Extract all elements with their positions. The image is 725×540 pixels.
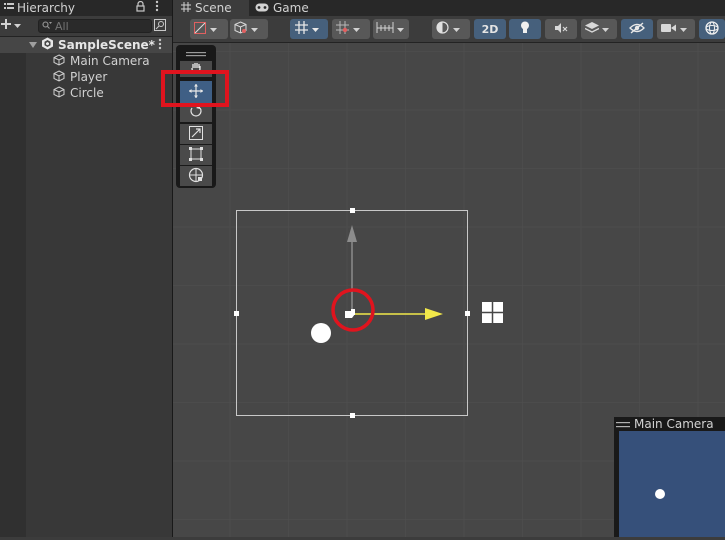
video-camera-icon bbox=[661, 22, 676, 36]
snap-dropdown[interactable] bbox=[332, 19, 370, 39]
unity-scene-icon bbox=[41, 37, 54, 53]
rect-handle bbox=[350, 208, 355, 213]
camera-preview-title: Main Camera bbox=[616, 417, 714, 431]
list-item-label: Circle bbox=[70, 86, 104, 100]
audio-toggle-button[interactable] bbox=[545, 19, 577, 39]
ruler-icon bbox=[376, 22, 394, 36]
draw-mode-icon bbox=[194, 21, 206, 37]
tools-drag-handle[interactable] bbox=[186, 48, 206, 57]
eye-hidden-icon bbox=[629, 21, 645, 37]
chevron-down-icon bbox=[453, 22, 460, 36]
player-circle bbox=[311, 323, 331, 343]
shading-mode-dropdown[interactable] bbox=[432, 19, 470, 39]
search-input[interactable] bbox=[38, 19, 152, 33]
list-icon bbox=[4, 1, 14, 15]
2d-mode-button[interactable]: 2D bbox=[474, 19, 506, 39]
rect-handle bbox=[234, 311, 239, 316]
chevron-down-icon bbox=[312, 22, 319, 36]
tab-scene[interactable]: Scene bbox=[173, 0, 249, 16]
cube-icon bbox=[234, 21, 247, 37]
search-field[interactable] bbox=[52, 19, 135, 33]
camera-settings-dropdown[interactable] bbox=[657, 19, 695, 39]
y-axis-arrowhead bbox=[347, 225, 357, 242]
rect-icon bbox=[189, 146, 203, 164]
chevron-down-icon bbox=[397, 22, 404, 36]
foldout-arrow-icon[interactable] bbox=[29, 38, 37, 52]
chevron-down-icon bbox=[14, 18, 21, 32]
list-item-label: Player bbox=[70, 70, 108, 84]
draw-mode-dropdown[interactable] bbox=[190, 19, 228, 39]
grid-icon bbox=[295, 21, 308, 37]
drag-handle-icon[interactable] bbox=[616, 417, 630, 431]
rect-tool-button[interactable] bbox=[180, 145, 212, 165]
sphere-shading-icon bbox=[436, 21, 449, 37]
search-icon bbox=[42, 20, 52, 33]
transform-tool-button[interactable] bbox=[180, 166, 212, 186]
x-axis-arrowhead bbox=[425, 308, 443, 320]
scale-tool-button[interactable] bbox=[180, 124, 212, 144]
gameobject-icon bbox=[53, 53, 65, 69]
list-item[interactable]: Main Camera bbox=[26, 53, 172, 69]
lightbulb-icon bbox=[520, 21, 530, 37]
gizmos-button[interactable] bbox=[699, 19, 725, 39]
chevron-down-icon bbox=[680, 22, 687, 36]
search-filter-icon[interactable] bbox=[154, 19, 166, 34]
list-item[interactable]: Player bbox=[26, 69, 172, 85]
list-item-label: Main Camera bbox=[70, 54, 150, 68]
plus-icon bbox=[1, 18, 11, 32]
scene-row[interactable]: SampleScene* bbox=[0, 37, 172, 53]
grid-toggle-button[interactable] bbox=[290, 19, 328, 39]
camera-preview-render bbox=[619, 431, 725, 537]
more-options-icon[interactable] bbox=[155, 0, 159, 15]
scene-more-icon[interactable] bbox=[158, 38, 162, 53]
scale-icon bbox=[189, 125, 203, 143]
increment-snap-dropdown[interactable] bbox=[373, 19, 409, 39]
rect-handle bbox=[350, 413, 355, 418]
highlight-box bbox=[161, 70, 229, 107]
gameobject-icon bbox=[53, 85, 65, 101]
hierarchy-gutter bbox=[0, 37, 26, 537]
rotate-icon bbox=[189, 104, 203, 122]
tab-game[interactable]: Game bbox=[255, 0, 309, 16]
chevron-down-icon bbox=[353, 22, 360, 36]
lighting-toggle-button[interactable] bbox=[509, 19, 541, 39]
gizmo-sphere-icon bbox=[705, 20, 719, 38]
chevron-down-icon bbox=[602, 22, 609, 36]
player-preview-dot bbox=[655, 489, 665, 499]
2d-mode-label: 2D bbox=[481, 22, 499, 36]
add-button[interactable] bbox=[1, 18, 21, 32]
effects-dropdown[interactable] bbox=[581, 19, 617, 39]
rect-handle bbox=[465, 311, 470, 316]
tab-hierarchy[interactable]: Hierarchy bbox=[0, 0, 79, 16]
audio-muted-icon bbox=[554, 22, 568, 37]
list-item[interactable]: Circle bbox=[26, 85, 172, 101]
tab-hierarchy-label: Hierarchy bbox=[17, 1, 76, 15]
scene-visibility-button[interactable] bbox=[621, 19, 653, 39]
gameobject-icon bbox=[53, 69, 65, 85]
scene-name: SampleScene* bbox=[58, 38, 155, 52]
lock-icon[interactable] bbox=[136, 0, 145, 15]
tab-game-label: Game bbox=[273, 1, 309, 15]
camera-preview-label: Main Camera bbox=[634, 417, 714, 431]
chevron-down-icon bbox=[210, 22, 217, 36]
gamepad-icon bbox=[255, 1, 269, 15]
chevron-down-icon bbox=[251, 22, 258, 36]
transform-icon bbox=[188, 167, 204, 186]
tab-scene-label: Scene bbox=[195, 1, 232, 15]
layers-icon bbox=[584, 21, 600, 37]
shading-dropdown[interactable] bbox=[230, 19, 268, 39]
snap-grid-icon bbox=[336, 21, 349, 37]
grid-icon bbox=[181, 1, 191, 15]
